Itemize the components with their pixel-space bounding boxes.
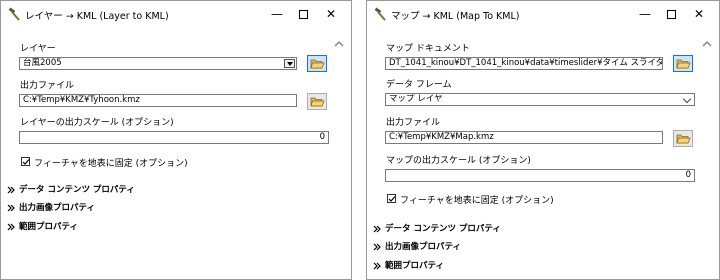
scale-label: レイヤーの出力スケール (オプション) <box>20 118 174 128</box>
section-label: データ コンテンツ プロパティ <box>19 185 135 195</box>
output-file-input[interactable]: C:¥Temp¥KMZ¥Tyhoon.kmz <box>19 94 297 107</box>
output-file-label: 出力ファイル <box>20 81 75 91</box>
data-frame-dropdown[interactable]: マップ レイヤ <box>385 93 695 106</box>
collapse-up-icon[interactable] <box>701 39 713 49</box>
section-extent[interactable]: 範囲プロパティ <box>373 259 444 271</box>
output-file-input[interactable]: C:¥Temp¥KMZ¥Map.kmz <box>385 131 663 144</box>
scale-value: 0 <box>319 132 325 142</box>
minimize-button[interactable]: — <box>265 5 289 23</box>
section-output-image[interactable]: 出力画像プロパティ <box>7 201 95 213</box>
hammer-icon <box>8 7 20 21</box>
folder-icon <box>310 97 325 107</box>
hammer-icon <box>374 7 386 21</box>
folder-icon <box>676 134 691 144</box>
section-label: 範囲プロパティ <box>385 261 444 271</box>
clamp-checkbox[interactable] <box>21 157 30 166</box>
double-chevron-icon <box>7 204 15 212</box>
section-data-content[interactable]: データ コンテンツ プロパティ <box>7 183 135 195</box>
close-button[interactable]: ✕ <box>687 5 711 23</box>
checkmark-icon <box>388 196 396 202</box>
layer-dropdown[interactable]: 台風2005 <box>19 57 297 70</box>
double-chevron-icon <box>373 243 381 251</box>
maximize-button[interactable] <box>659 5 683 23</box>
map-document-input[interactable]: DT_1041_kinou¥DT_1041_kinou¥data¥timesli… <box>385 57 663 70</box>
window-title: レイヤー → KML (Layer to KML) <box>25 11 169 22</box>
maximize-icon <box>298 9 308 19</box>
double-chevron-icon <box>373 262 381 270</box>
title-bar: レイヤー → KML (Layer to KML) — ✕ <box>1 1 351 27</box>
layer-to-kml-window: レイヤー → KML (Layer to KML) — ✕ レイヤー 台風200… <box>0 0 352 280</box>
layer-value: 台風2005 <box>23 58 62 68</box>
section-label: 範囲プロパティ <box>19 222 78 232</box>
double-chevron-icon <box>7 223 15 231</box>
folder-icon <box>310 59 325 69</box>
clamp-label: フィーチャを地表に固定 (オプション) <box>400 196 554 206</box>
minimize-button[interactable]: — <box>633 5 657 23</box>
close-button[interactable]: ✕ <box>319 5 343 23</box>
chevron-down-icon[interactable] <box>284 59 295 68</box>
clamp-checkbox[interactable] <box>387 194 396 203</box>
browse-layer-button[interactable] <box>307 55 327 72</box>
layer-label: レイヤー <box>20 44 56 54</box>
browse-document-button[interactable] <box>673 55 693 72</box>
output-file-value: C:¥Temp¥KMZ¥Tyhoon.kmz <box>23 95 140 105</box>
map-document-value: DT_1041_kinou¥DT_1041_kinou¥data¥timesli… <box>389 58 663 68</box>
section-data-content[interactable]: データ コンテンツ プロパティ <box>373 222 501 234</box>
maximize-button[interactable] <box>291 5 315 23</box>
browse-output-button[interactable] <box>307 93 327 110</box>
browse-output-button[interactable] <box>673 130 693 147</box>
window-title: マップ → KML (Map To KML) <box>391 11 520 22</box>
title-bar: マップ → KML (Map To KML) — ✕ <box>367 1 719 27</box>
section-extent[interactable]: 範囲プロパティ <box>7 220 78 232</box>
scale-value: 0 <box>685 170 691 180</box>
map-document-label: マップ ドキュメント <box>386 44 470 54</box>
scale-label: マップの出力スケール (オプション) <box>386 156 531 166</box>
data-frame-label: データ フレーム <box>386 80 452 90</box>
scale-input[interactable]: 0 <box>19 131 329 144</box>
double-chevron-icon <box>7 186 15 194</box>
section-output-image[interactable]: 出力画像プロパティ <box>373 240 461 252</box>
output-file-value: C:¥Temp¥KMZ¥Map.kmz <box>389 132 494 142</box>
double-chevron-icon <box>373 225 381 233</box>
clamp-label: フィーチャを地表に固定 (オプション) <box>34 159 188 169</box>
section-label: 出力画像プロパティ <box>385 242 461 252</box>
scale-input[interactable]: 0 <box>385 169 695 182</box>
section-label: 出力画像プロパティ <box>19 203 95 213</box>
collapse-up-icon[interactable] <box>333 39 345 49</box>
section-label: データ コンテンツ プロパティ <box>385 224 501 234</box>
maximize-icon <box>666 9 676 19</box>
data-frame-value: マップ レイヤ <box>389 94 443 104</box>
checkmark-icon <box>22 159 30 165</box>
map-to-kml-window: マップ → KML (Map To KML) — ✕ マップ ドキュメント DT… <box>366 0 720 280</box>
output-file-label: 出力ファイル <box>386 118 441 128</box>
folder-icon <box>676 59 691 69</box>
